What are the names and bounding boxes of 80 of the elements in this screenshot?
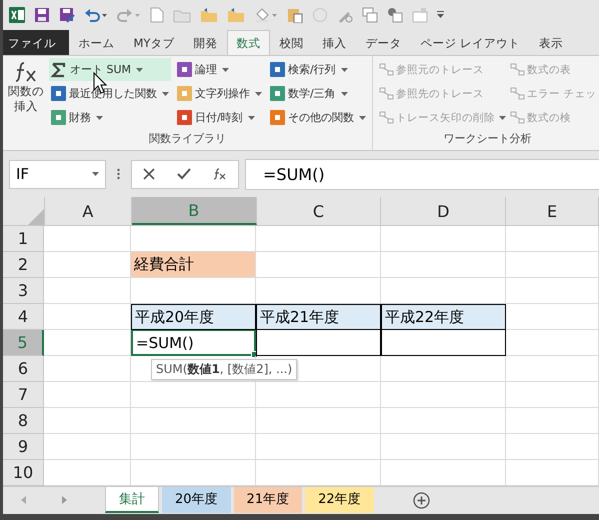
row-header[interactable]: 9 [3,434,44,460]
caret-icon [340,68,348,72]
window-icon[interactable] [362,7,378,23]
caret-icon [162,92,169,96]
grip-icon [117,168,120,180]
checkmark-icon[interactable] [177,168,191,180]
clipboard-icon[interactable] [287,7,303,23]
ribbon-tab[interactable]: ファイル [3,30,69,55]
group-label: ワークシート分析 [442,131,533,147]
row-header[interactable]: 3 [3,278,44,304]
ribbon-tab[interactable]: 挿入 [312,30,356,55]
sheet-tab[interactable]: 集計 [105,487,159,513]
function-menu-button[interactable]: その他の関数 [268,106,368,129]
column-header[interactable]: D [381,197,506,225]
ribbon-tab[interactable]: ホーム [69,30,124,55]
caret-icon [499,116,506,120]
fx-icon[interactable] [213,168,227,180]
table-icon[interactable] [387,7,403,23]
ribbon-tab[interactable]: 数式 [226,30,270,55]
function-menu-button[interactable]: 論理 [175,58,264,81]
ribbon-tab[interactable]: ページ レイアウト [410,30,530,55]
column-header[interactable]: E [506,197,599,225]
caret-icon [248,116,255,120]
sheet-tab[interactable]: 20年度 [162,487,231,513]
caret-icon [340,92,348,96]
function-menu-button[interactable]: オート SUM [49,58,171,81]
caret-icon [136,68,144,72]
row-header[interactable]: 8 [3,408,44,434]
table-cell[interactable] [256,330,381,356]
function-tooltip: SUM(数値1, [数値2], ...) [151,359,298,380]
row-header[interactable]: 10 [3,460,44,486]
ribbon-tab[interactable]: 表示 [530,30,573,55]
sheet-tab[interactable]: 21年度 [234,487,302,513]
ribbon-tab[interactable]: MYタブ [124,30,184,55]
function-menu-button[interactable]: 日付/時刻 [175,106,264,129]
save-icon[interactable] [34,7,50,23]
function-menu-button[interactable]: 検索/行列 [268,58,368,81]
column-header[interactable]: C [256,197,382,225]
save-as-icon[interactable] [59,7,75,23]
active-cell[interactable]: =SUM() [131,330,256,356]
row-header[interactable]: 6 [3,356,44,382]
folder-icon[interactable] [200,7,218,23]
table-cell[interactable] [381,330,506,356]
previous-sheet-icon[interactable] [21,496,26,504]
ribbon-tab[interactable]: データ [356,30,411,55]
ribbon-tab[interactable]: 校閲 [270,30,313,55]
caret-icon [222,68,229,72]
next-sheet-icon[interactable] [62,496,67,504]
row-header[interactable]: 2 [3,252,44,278]
function-menu-button[interactable]: 数学/三角 [268,82,368,105]
function-menu-button[interactable]: 文字列操作 [175,82,264,105]
row-header[interactable]: 7 [3,382,44,408]
row-header[interactable]: 4 [3,304,44,330]
caret-icon [255,92,262,96]
undo-icon[interactable] [84,7,108,23]
row-header[interactable]: 1 [3,226,44,252]
table-cell[interactable]: 平成21年度 [256,304,381,330]
redo-icon [117,7,141,23]
caret-icon [96,116,103,120]
cancel-icon[interactable] [143,168,155,180]
name-box[interactable]: IF [9,160,106,188]
caret-icon [92,172,99,176]
add-sheet-icon[interactable] [412,492,430,508]
table-cell[interactable]: 平成20年度 [131,304,256,330]
function-menu-button[interactable]: 財務 [49,106,171,129]
chart-icon [412,7,428,23]
caret-icon [359,116,366,120]
sheet-tab[interactable]: 22年度 [305,487,374,513]
new-document-icon[interactable] [150,7,164,23]
ribbon-tab[interactable]: 開発 [184,30,227,55]
group-label: 関数ライブラリ [148,131,227,147]
table-cell[interactable]: 経費合計 [131,252,256,278]
circle-icon [312,7,328,23]
table-cell[interactable]: 平成22年度 [381,304,506,330]
folder-icon[interactable] [227,7,245,23]
paint-bucket-icon[interactable] [254,7,278,23]
spreadsheet-app-icon[interactable] [9,7,25,23]
formula-field[interactable]: =SUM() [245,158,599,190]
insert-function-button[interactable]: 関数の挿入 [7,58,45,131]
customize-icon[interactable] [437,11,445,19]
